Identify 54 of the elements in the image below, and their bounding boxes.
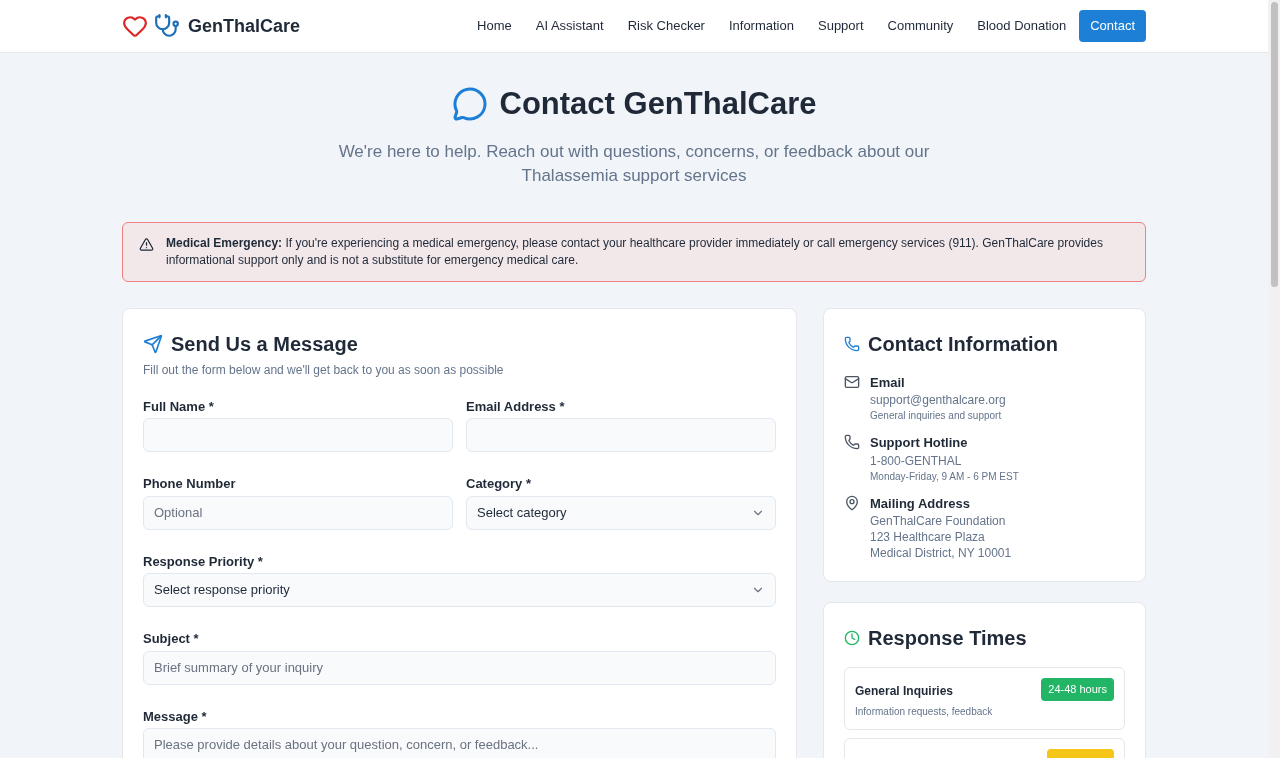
input-field[interactable]: Optional xyxy=(143,495,453,530)
input-field[interactable] xyxy=(143,418,453,452)
card-title: Send Us a Message xyxy=(171,331,358,357)
field-label: Email Address * xyxy=(466,397,566,416)
stethoscope-icon xyxy=(154,13,180,39)
scrollbar[interactable] xyxy=(1268,0,1280,758)
input-field[interactable] xyxy=(466,418,776,452)
info-note: Monday-Friday, 9 AM - 6 PM EST xyxy=(870,469,1019,484)
brand-name: GenThalCare xyxy=(188,14,301,38)
send-icon xyxy=(143,333,163,354)
map-pin-icon xyxy=(844,494,860,511)
phone-icon xyxy=(844,335,860,352)
mail-icon xyxy=(844,373,860,390)
info-text: 1-800-GENTHAL xyxy=(870,452,963,469)
card-title: Contact Information xyxy=(868,331,1058,357)
chat-bubble-icon xyxy=(451,86,488,123)
nav-link[interactable]: Information xyxy=(717,10,805,42)
phone-icon xyxy=(844,434,860,450)
nav-link[interactable]: Community xyxy=(876,10,965,42)
nav-link[interactable]: AI Assistant xyxy=(524,10,615,42)
nav-link[interactable]: Home xyxy=(466,10,523,42)
info-title: Email xyxy=(870,373,906,392)
info-text: GenThalCare Foundation xyxy=(870,513,1007,529)
nav-link[interactable]: Support xyxy=(807,10,875,42)
clock-icon xyxy=(844,630,860,646)
info-note: General inquiries and support xyxy=(870,409,1003,423)
info-title: Support Hotline xyxy=(870,434,969,452)
item-title: General Inquiries xyxy=(855,683,955,700)
nav-link[interactable]: Risk Checker xyxy=(616,10,716,42)
page-subtitle: We're here to help. Reach out with questions, concerns, or feedback about our Thalassemia support services xyxy=(337,140,931,187)
select-dropdown[interactable]: Select response priority xyxy=(143,573,776,607)
info-text: 123 Healthcare Plaza xyxy=(870,529,986,545)
field-label: Category * xyxy=(466,475,533,493)
info-title: Mailing Address xyxy=(870,494,971,513)
item-description: Information requests, feedback xyxy=(855,705,993,719)
card-subtitle: Fill out the form below and we'll get back to you as soon as possible xyxy=(143,361,505,379)
nav-link[interactable]: Contact xyxy=(1079,10,1146,42)
field-label: Response Priority * xyxy=(143,552,264,571)
select-dropdown[interactable]: Select category xyxy=(466,495,776,530)
message-textarea[interactable]: Please provide details about your question, concern, or feedback... xyxy=(143,728,776,758)
info-text: Medical District, NY 10001 xyxy=(870,545,1012,561)
field-label: Subject * xyxy=(143,630,200,648)
alert-text: Medical Emergency: If you're experiencing a medical emergency, please contact your healthcare provider immediately or call emergency services (911). GenThalCare provides informational support only and is not a substitute for emergency medical care. xyxy=(166,234,1104,269)
warning-icon xyxy=(139,236,154,252)
input-field[interactable]: Brief summary of your inquiry xyxy=(143,650,776,685)
card-title: Response Times xyxy=(868,626,1027,651)
field-label: Message * xyxy=(143,707,208,726)
info-text: support@genthalcare.org xyxy=(870,392,1006,408)
nav-link[interactable]: Blood Donation xyxy=(966,10,1078,42)
field-label: Phone Number xyxy=(143,475,237,493)
page-title: Contact GenThalCare xyxy=(499,85,817,123)
heart-icon xyxy=(122,13,148,39)
time-badge: 24-48 hours xyxy=(1041,678,1114,701)
field-label: Full Name * xyxy=(143,397,215,416)
